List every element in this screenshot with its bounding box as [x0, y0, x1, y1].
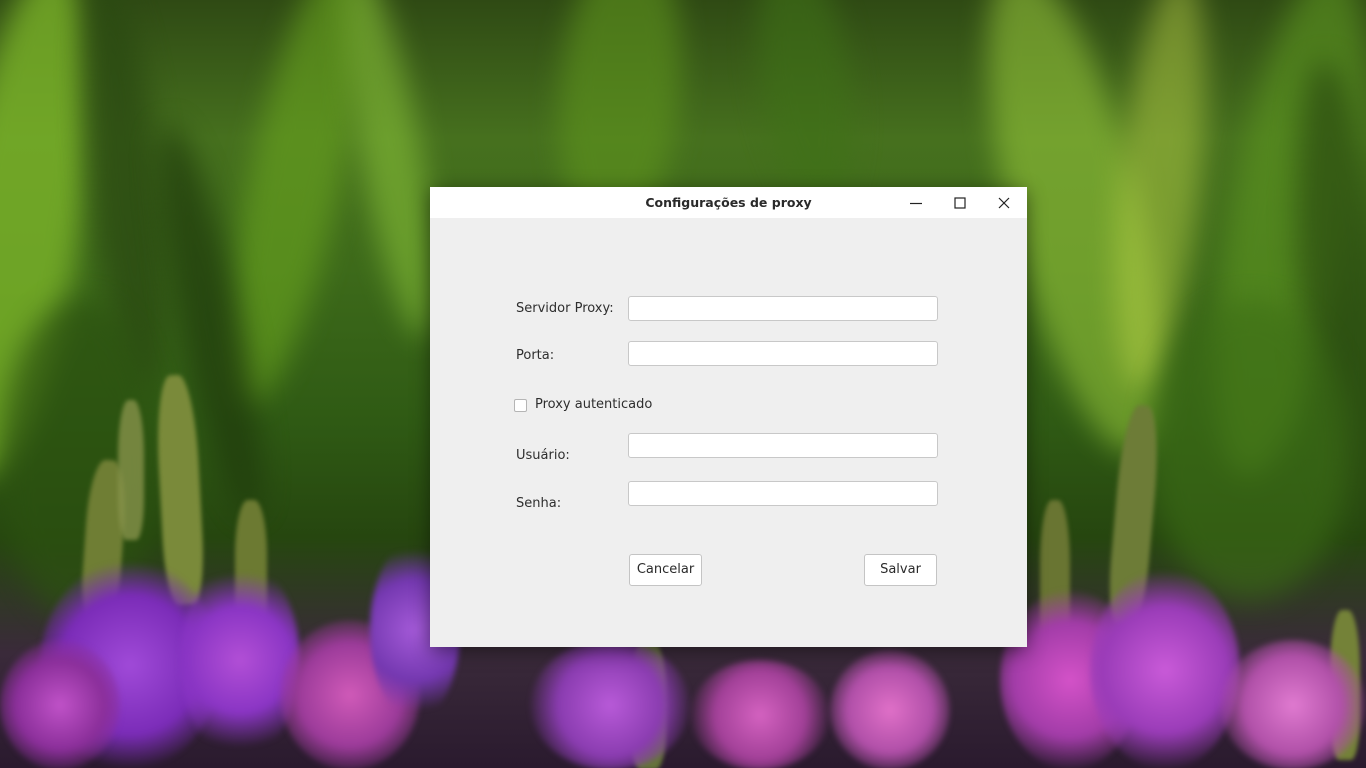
- user-input[interactable]: [628, 433, 938, 458]
- close-icon: [998, 197, 1010, 209]
- maximize-button[interactable]: [947, 190, 973, 216]
- save-button[interactable]: Salvar: [864, 554, 937, 586]
- port-label: Porta:: [516, 348, 555, 363]
- password-label: Senha:: [516, 496, 562, 511]
- close-button[interactable]: [991, 190, 1017, 216]
- user-label: Usuário:: [516, 448, 570, 463]
- window-title: Configurações de proxy: [645, 195, 812, 210]
- proxy-server-label: Servidor Proxy:: [516, 301, 614, 316]
- password-input[interactable]: [628, 481, 938, 506]
- minimize-icon: [910, 202, 922, 205]
- minimize-button[interactable]: [903, 190, 929, 216]
- title-bar[interactable]: Configurações de proxy: [430, 187, 1027, 218]
- port-input[interactable]: [628, 341, 938, 366]
- proxy-authenticated-checkbox[interactable]: [514, 399, 527, 412]
- proxy-authenticated-label[interactable]: Proxy autenticado: [535, 397, 652, 412]
- maximize-icon: [954, 197, 966, 209]
- cancel-button[interactable]: Cancelar: [629, 554, 702, 586]
- proxy-settings-dialog: Configurações de proxy Servidor Proxy: P…: [430, 187, 1027, 647]
- proxy-server-input[interactable]: [628, 296, 938, 321]
